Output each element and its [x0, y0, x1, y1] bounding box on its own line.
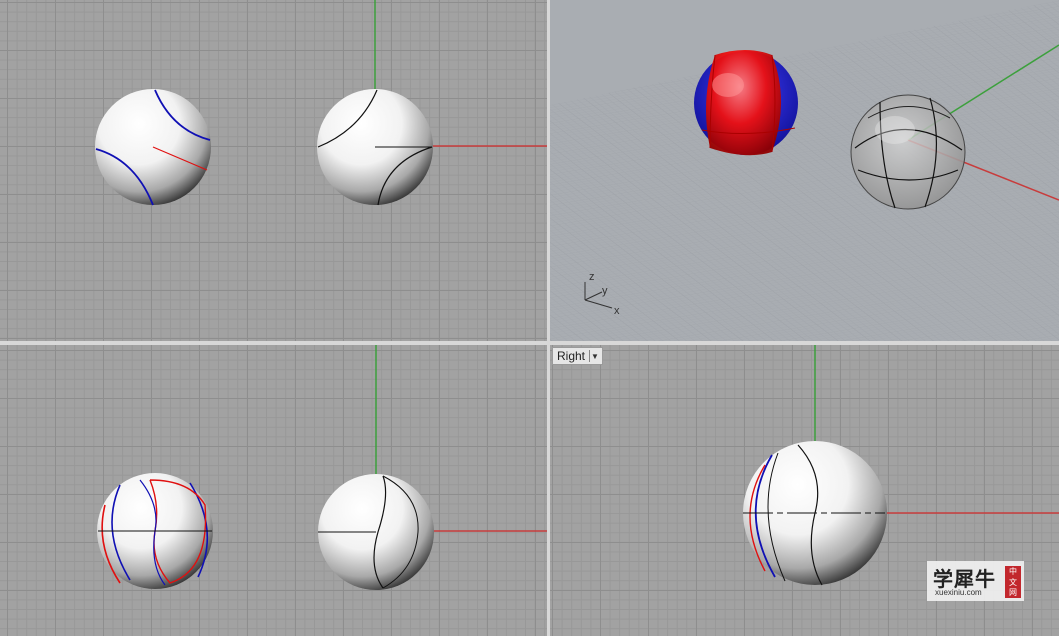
viewport-top[interactable] — [0, 0, 547, 341]
sphere-right-view[interactable] — [743, 441, 887, 586]
sphere-left[interactable] — [95, 89, 211, 206]
perspective-scene: z y x — [550, 0, 1059, 341]
top-scene — [95, 0, 547, 206]
viewport-front[interactable] — [0, 345, 547, 636]
gizmo-x-label: x — [614, 305, 620, 317]
gizmo-z-label: z — [589, 271, 595, 283]
sphere-left[interactable] — [97, 473, 213, 589]
viewport-perspective[interactable]: z y x — [550, 0, 1059, 341]
sphere-right[interactable] — [317, 89, 433, 206]
watermark-logo: 学犀牛 xuexiniu.com 中 文 网 — [927, 561, 1024, 601]
gizmo-y-label: y — [602, 285, 608, 297]
front-scene — [97, 345, 547, 590]
sphere-right[interactable] — [318, 474, 434, 590]
watermark-badge: 中 文 网 — [1005, 566, 1021, 598]
sphere-glass[interactable] — [850, 94, 966, 210]
watermark-url: xuexiniu.com — [935, 588, 982, 597]
